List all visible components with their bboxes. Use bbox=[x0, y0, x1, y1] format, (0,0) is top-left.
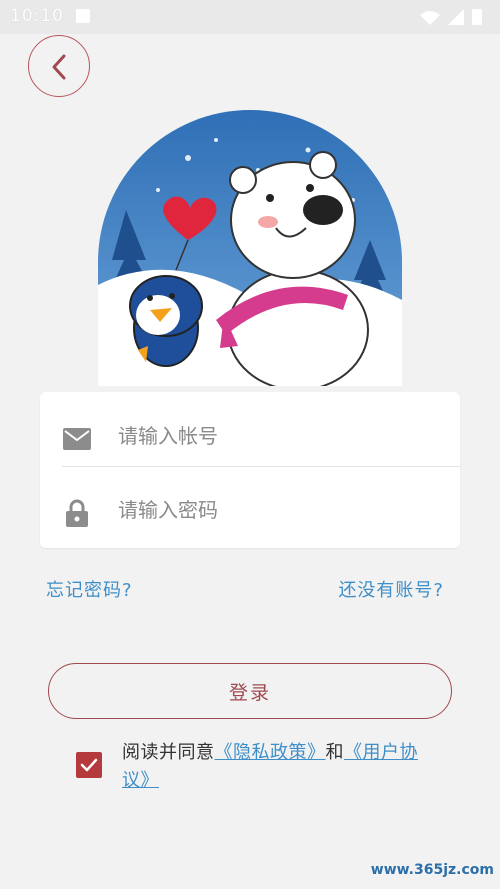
status-time: 10:10 bbox=[10, 6, 64, 26]
privacy-policy-link[interactable]: 《隐私政策》 bbox=[215, 742, 326, 763]
chevron-left-icon bbox=[52, 54, 66, 80]
hero-illustration bbox=[98, 110, 402, 386]
field-divider bbox=[62, 466, 460, 467]
back-button[interactable] bbox=[28, 35, 90, 97]
status-signal-icons bbox=[420, 9, 482, 25]
agreement-conjunction: 和 bbox=[325, 742, 344, 763]
login-form-card bbox=[40, 392, 460, 548]
lock-icon bbox=[66, 499, 88, 527]
agreement-prefix: 阅读并同意 bbox=[122, 742, 215, 763]
account-field-row bbox=[40, 398, 460, 470]
password-input[interactable] bbox=[118, 488, 438, 532]
status-bar: 10:10 bbox=[0, 0, 500, 34]
register-link[interactable]: 还没有账号? bbox=[338, 576, 444, 602]
checkmark-icon bbox=[80, 758, 98, 772]
login-button[interactable]: 登录 bbox=[48, 663, 452, 719]
mail-icon bbox=[63, 428, 91, 450]
password-field-row bbox=[40, 472, 460, 544]
forgot-password-link[interactable]: 忘记密码? bbox=[46, 576, 133, 602]
notification-icon bbox=[76, 9, 90, 23]
agreement-checkbox[interactable] bbox=[76, 752, 102, 778]
agreement-text: 阅读并同意《隐私政策》和《用户协议》 bbox=[122, 739, 422, 795]
account-input[interactable] bbox=[118, 414, 438, 458]
watermark: www.365jz.com bbox=[370, 862, 494, 878]
